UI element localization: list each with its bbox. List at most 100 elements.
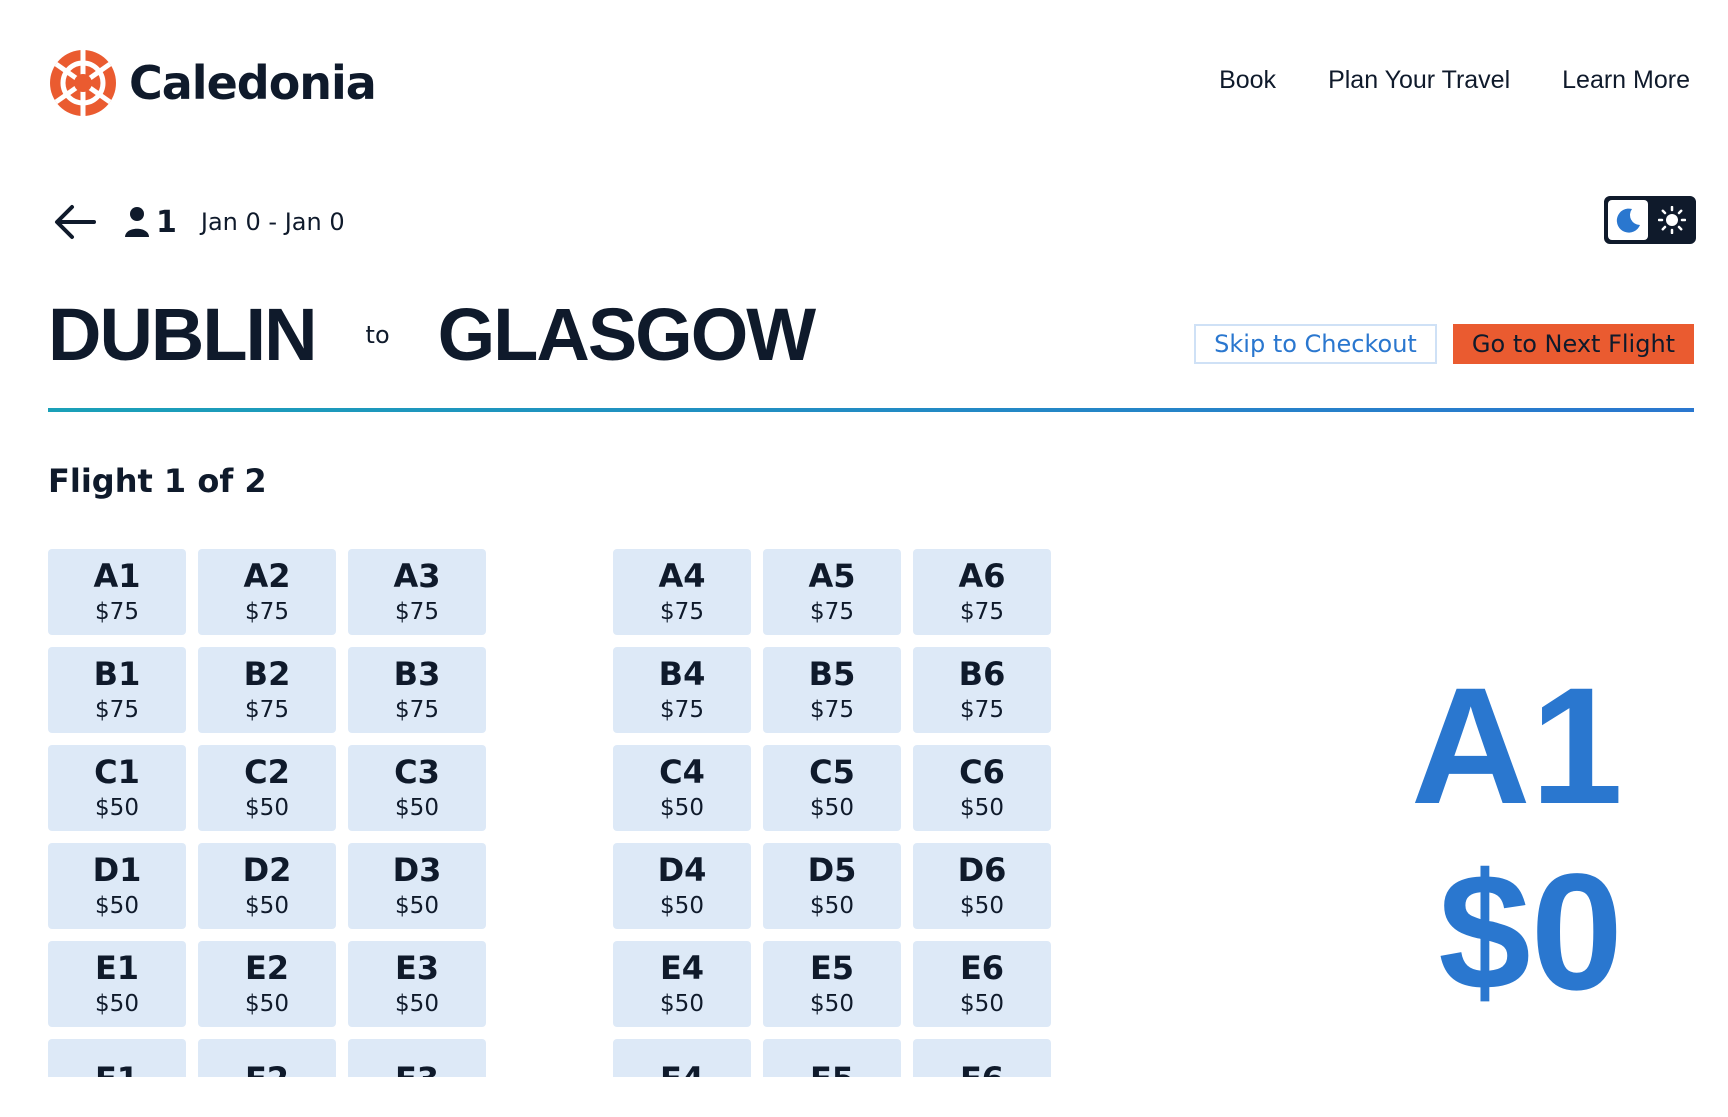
seat-c2[interactable]: C2 $50 xyxy=(198,745,336,831)
seat-price: $50 xyxy=(245,794,289,821)
seat-label: C6 xyxy=(959,753,1005,792)
theme-toggle[interactable] xyxy=(1604,196,1696,244)
arrow-left-icon[interactable] xyxy=(52,202,98,242)
seat-label: D2 xyxy=(242,851,292,890)
seat-a6[interactable]: A6 $75 xyxy=(913,549,1051,635)
seat-label: A2 xyxy=(243,557,291,596)
seat-price: $50 xyxy=(810,892,854,919)
nav-learn-more[interactable]: Learn More xyxy=(1562,66,1690,95)
seat-label: F1 xyxy=(95,1062,139,1077)
seat-price: $75 xyxy=(960,598,1004,625)
seat-label: B5 xyxy=(808,655,856,694)
seat-label: E5 xyxy=(809,949,855,988)
seat-price: $75 xyxy=(395,696,439,723)
seat-c6[interactable]: C6 $50 xyxy=(913,745,1051,831)
seat-price: $50 xyxy=(660,990,704,1017)
seat-d2[interactable]: D2 $50 xyxy=(198,843,336,929)
seat-price: $50 xyxy=(960,794,1004,821)
seat-b6[interactable]: B6 $75 xyxy=(913,647,1051,733)
caledonia-logo-icon xyxy=(50,50,116,116)
seat-group-right: A4 $75 A5 $75 A6 $75 B4 $75 B5 $75 B6 $75 C4 $50 C5 $50… xyxy=(613,549,1051,1077)
seat-d4[interactable]: D4 $50 xyxy=(613,843,751,929)
seat-price: $50 xyxy=(245,990,289,1017)
seat-price: $50 xyxy=(95,892,139,919)
route-connector: to xyxy=(365,320,390,349)
seat-label: D4 xyxy=(657,851,707,890)
person-icon xyxy=(125,207,149,237)
seat-price: $50 xyxy=(660,794,704,821)
seat-label: B6 xyxy=(958,655,1006,694)
seat-a3[interactable]: A3 $75 xyxy=(348,549,486,635)
seat-price: $50 xyxy=(660,892,704,919)
seat-price: $50 xyxy=(95,794,139,821)
seat-f5[interactable]: F5 xyxy=(763,1039,901,1077)
seat-label: E4 xyxy=(659,949,705,988)
seat-f4[interactable]: F4 xyxy=(613,1039,751,1077)
light-mode-option[interactable] xyxy=(1650,198,1694,242)
seat-label: F6 xyxy=(960,1062,1004,1077)
seat-label: F3 xyxy=(395,1062,439,1077)
seat-price: $75 xyxy=(660,696,704,723)
seat-price: $50 xyxy=(395,794,439,821)
nav-book[interactable]: Book xyxy=(1219,66,1276,95)
seat-price: $75 xyxy=(810,696,854,723)
seat-b1[interactable]: B1 $75 xyxy=(48,647,186,733)
seat-f6[interactable]: F6 xyxy=(913,1039,1051,1077)
seat-c3[interactable]: C3 $50 xyxy=(348,745,486,831)
seat-a1[interactable]: A1 $75 xyxy=(48,549,186,635)
seat-d5[interactable]: D5 $50 xyxy=(763,843,901,929)
seat-d3[interactable]: D3 $50 xyxy=(348,843,486,929)
seat-price: $50 xyxy=(810,990,854,1017)
sun-icon xyxy=(1658,206,1686,234)
seat-d1[interactable]: D1 $50 xyxy=(48,843,186,929)
seat-d6[interactable]: D6 $50 xyxy=(913,843,1051,929)
seat-a2[interactable]: A2 $75 xyxy=(198,549,336,635)
seat-label: B4 xyxy=(658,655,706,694)
seat-label: D3 xyxy=(392,851,442,890)
seat-f2[interactable]: F2 xyxy=(198,1039,336,1077)
seat-f1[interactable]: F1 xyxy=(48,1039,186,1077)
seat-b2[interactable]: B2 $75 xyxy=(198,647,336,733)
seat-price: $75 xyxy=(95,696,139,723)
route-heading: DUBLIN to GLASGOW xyxy=(48,292,817,377)
seat-price: $75 xyxy=(395,598,439,625)
seat-e3[interactable]: E3 $50 xyxy=(348,941,486,1027)
seat-f3[interactable]: F3 xyxy=(348,1039,486,1077)
destination-city: GLASGOW xyxy=(437,293,817,376)
origin-city: DUBLIN xyxy=(48,293,318,376)
brand-logo[interactable]: Caledonia xyxy=(48,48,377,118)
seat-price: $50 xyxy=(395,892,439,919)
seat-label: A4 xyxy=(658,557,706,596)
dark-mode-option[interactable] xyxy=(1608,200,1648,240)
go-to-next-flight-button[interactable]: Go to Next Flight xyxy=(1453,324,1694,364)
seat-e1[interactable]: E1 $50 xyxy=(48,941,186,1027)
seat-label: C2 xyxy=(244,753,290,792)
seat-b4[interactable]: B4 $75 xyxy=(613,647,751,733)
seat-price: $75 xyxy=(960,696,1004,723)
seat-e6[interactable]: E6 $50 xyxy=(913,941,1051,1027)
seat-map: A1 $75 A2 $75 A3 $75 B1 $75 B2 $75 B3 $75 C1 $50 C2 $50… xyxy=(48,549,1058,1077)
seat-price: $75 xyxy=(810,598,854,625)
trip-dates: Jan 0 - Jan 0 xyxy=(200,208,345,236)
seat-price: $50 xyxy=(960,990,1004,1017)
seat-b5[interactable]: B5 $75 xyxy=(763,647,901,733)
seat-b3[interactable]: B3 $75 xyxy=(348,647,486,733)
skip-to-checkout-button[interactable]: Skip to Checkout xyxy=(1194,324,1437,364)
nav-plan-your-travel[interactable]: Plan Your Travel xyxy=(1328,66,1510,95)
seat-a4[interactable]: A4 $75 xyxy=(613,549,751,635)
seat-label: E3 xyxy=(394,949,440,988)
seat-label: A3 xyxy=(393,557,441,596)
passenger-count-value: 1 xyxy=(156,204,177,240)
seat-c4[interactable]: C4 $50 xyxy=(613,745,751,831)
seat-e2[interactable]: E2 $50 xyxy=(198,941,336,1027)
seat-c5[interactable]: C5 $50 xyxy=(763,745,901,831)
main-nav: Book Plan Your Travel Learn More xyxy=(1219,66,1690,95)
seat-price: $50 xyxy=(395,990,439,1017)
seat-label: E2 xyxy=(244,949,290,988)
seat-e4[interactable]: E4 $50 xyxy=(613,941,751,1027)
seat-c1[interactable]: C1 $50 xyxy=(48,745,186,831)
seat-a5[interactable]: A5 $75 xyxy=(763,549,901,635)
seat-e5[interactable]: E5 $50 xyxy=(763,941,901,1027)
passenger-count: 1 xyxy=(124,205,177,240)
selected-seat-price: $0 xyxy=(1438,840,1623,1025)
